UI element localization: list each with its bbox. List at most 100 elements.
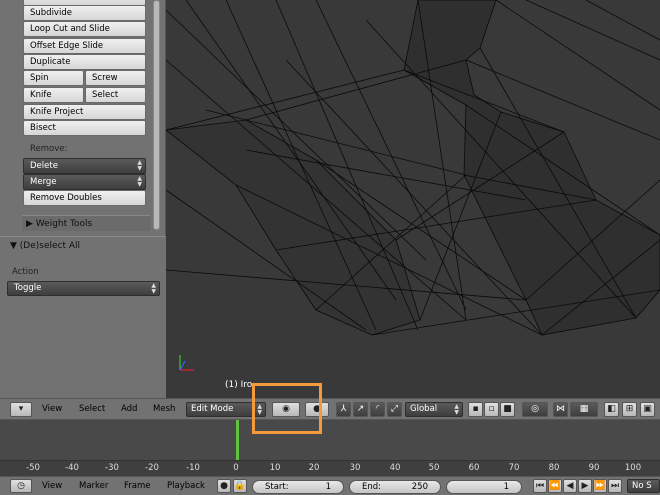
updown-arrows-icon: ▲ ▼ bbox=[454, 403, 459, 416]
lock-icon[interactable]: 🔒 bbox=[233, 479, 247, 493]
jump-keyframe-back-icon[interactable]: ⏪ bbox=[548, 479, 562, 493]
tick-label: -30 bbox=[105, 463, 119, 473]
edge-select-icon[interactable]: ▫ bbox=[484, 402, 499, 417]
start-value: 1 bbox=[325, 482, 331, 492]
end-label: End: bbox=[362, 482, 382, 492]
timeline-area[interactable] bbox=[0, 420, 660, 460]
tick-label: 50 bbox=[428, 463, 440, 473]
play-reverse-icon[interactable]: ◀ bbox=[563, 479, 577, 493]
snap-icon[interactable]: ⋈ bbox=[553, 402, 568, 417]
opengl-render-icon[interactable]: ⊞ bbox=[622, 402, 637, 417]
triangle-down-icon: ▼ bbox=[10, 241, 17, 251]
pivot-point-icon[interactable]: ● bbox=[305, 402, 329, 417]
translate-icon[interactable]: ↗ bbox=[353, 402, 368, 417]
menu-view[interactable]: View bbox=[42, 481, 62, 491]
tick-label: 40 bbox=[389, 463, 401, 473]
manipulator-icon[interactable]: ⅄ bbox=[336, 402, 351, 417]
editor-type-icon[interactable]: ▾ bbox=[10, 402, 32, 417]
rotate-icon[interactable]: ◜ bbox=[370, 402, 385, 417]
tick-label: -50 bbox=[26, 463, 40, 473]
redo-panel: ▼ (De)select All Action Toggle ▲ ▼ bbox=[0, 236, 166, 398]
viewport-shading-icon[interactable]: ◉ bbox=[272, 402, 300, 417]
spin-button[interactable]: Spin bbox=[23, 70, 84, 86]
delete-label: Delete bbox=[30, 161, 58, 171]
tick-label: 100 bbox=[624, 463, 642, 473]
jump-keyframe-forward-icon[interactable]: ⏩ bbox=[593, 479, 607, 493]
proportional-edit-icon[interactable]: ◎ bbox=[522, 402, 548, 417]
tool-shelf-scrollbar[interactable] bbox=[153, 0, 160, 230]
tool-shelf: Subdivide Loop Cut and Slide Offset Edge… bbox=[0, 0, 166, 398]
camera-icon[interactable]: ▣ bbox=[640, 402, 655, 417]
jump-end-icon[interactable]: ⏭ bbox=[608, 479, 622, 493]
sync-mode-select[interactable]: No S bbox=[627, 479, 660, 493]
action-value: Toggle bbox=[14, 283, 42, 293]
current-frame-value: 1 bbox=[503, 482, 509, 492]
tick-label: -40 bbox=[65, 463, 79, 473]
updown-arrows-icon: ▲ ▼ bbox=[151, 282, 156, 295]
play-icon[interactable]: ▶ bbox=[578, 479, 592, 493]
updown-arrows-icon: ▲ ▼ bbox=[137, 175, 142, 188]
mode-label: Edit Mode bbox=[191, 404, 234, 414]
menu-marker[interactable]: Marker bbox=[79, 481, 108, 491]
timeline-editor[interactable]: -50 -40 -30 -20 -10 0 10 20 30 40 50 60 … bbox=[0, 420, 660, 476]
tick-label: 80 bbox=[548, 463, 560, 473]
end-value: 250 bbox=[411, 482, 428, 492]
tick-label: -10 bbox=[186, 463, 200, 473]
remove-label: Remove: bbox=[30, 144, 68, 154]
menu-mesh[interactable]: Mesh bbox=[153, 404, 175, 414]
screw-button[interactable]: Screw bbox=[85, 70, 146, 86]
offset-edge-slide-button[interactable]: Offset Edge Slide bbox=[23, 38, 146, 54]
timeline-ruler[interactable]: -50 -40 -30 -20 -10 0 10 20 30 40 50 60 … bbox=[0, 460, 660, 476]
menu-playback[interactable]: Playback bbox=[167, 481, 205, 491]
tick-label: 60 bbox=[468, 463, 480, 473]
snap-element-icon[interactable]: ▦ bbox=[570, 402, 598, 417]
loop-cut-button[interactable]: Loop Cut and Slide bbox=[23, 21, 146, 37]
tick-label: 70 bbox=[508, 463, 520, 473]
menu-select[interactable]: Select bbox=[79, 404, 105, 414]
orientation-select[interactable]: Global ▲ ▼ bbox=[405, 402, 463, 417]
vertex-select-icon[interactable]: ▪ bbox=[468, 402, 483, 417]
tick-label: -20 bbox=[145, 463, 159, 473]
knife-button[interactable]: Knife bbox=[23, 87, 84, 103]
weight-tools-panel-header[interactable]: ▶ Weight Tools bbox=[22, 215, 150, 231]
end-frame-field[interactable]: End: 250 bbox=[349, 480, 441, 494]
playhead[interactable] bbox=[236, 420, 239, 460]
3d-view-header: ▾ View Select Add Mesh Edit Mode ▲ ▼ ◉ ● … bbox=[0, 398, 660, 420]
subdivide-button[interactable]: Subdivide bbox=[23, 5, 146, 21]
face-select-icon[interactable]: ■ bbox=[500, 402, 515, 417]
tick-label: 90 bbox=[588, 463, 600, 473]
delete-button[interactable]: Delete ▲ ▼ bbox=[23, 158, 146, 174]
tick-label: 10 bbox=[269, 463, 281, 473]
tick-label: 20 bbox=[308, 463, 320, 473]
scale-icon[interactable]: ⤢ bbox=[387, 402, 402, 417]
clock-icon[interactable]: ◷ bbox=[10, 479, 32, 493]
start-frame-field[interactable]: Start: 1 bbox=[252, 480, 344, 494]
action-select[interactable]: Toggle ▲ ▼ bbox=[7, 281, 160, 296]
merge-button[interactable]: Merge ▲ ▼ bbox=[23, 174, 146, 190]
knife-select-button[interactable]: Select bbox=[85, 87, 146, 103]
3d-viewport[interactable]: (1) Iro bbox=[166, 0, 660, 398]
mesh-wireframe bbox=[166, 0, 660, 336]
redo-panel-title: (De)select All bbox=[19, 241, 81, 251]
triangle-right-icon: ▶ bbox=[26, 219, 33, 229]
menu-view[interactable]: View bbox=[42, 404, 62, 414]
updown-arrows-icon: ▲ ▼ bbox=[257, 403, 262, 416]
jump-start-icon[interactable]: ⏮ bbox=[533, 479, 547, 493]
render-icon[interactable]: ◧ bbox=[604, 402, 619, 417]
start-label: Start: bbox=[265, 482, 289, 492]
knife-project-button[interactable]: Knife Project bbox=[23, 104, 146, 120]
menu-frame[interactable]: Frame bbox=[124, 481, 150, 491]
bisect-button[interactable]: Bisect bbox=[23, 120, 146, 136]
record-icon[interactable]: ● bbox=[217, 479, 231, 493]
updown-arrows-icon: ▲ ▼ bbox=[137, 159, 142, 172]
tick-label: 0 bbox=[233, 463, 239, 473]
remove-doubles-button[interactable]: Remove Doubles bbox=[23, 190, 146, 206]
timeline-header: ◷ View Marker Frame Playback ● 🔒 Start: … bbox=[0, 476, 660, 495]
orientation-label: Global bbox=[410, 404, 438, 414]
redo-panel-header[interactable]: ▼ (De)select All bbox=[10, 241, 80, 251]
duplicate-button[interactable]: Duplicate bbox=[23, 54, 146, 70]
current-frame-field[interactable]: 1 bbox=[446, 480, 522, 494]
menu-add[interactable]: Add bbox=[121, 404, 137, 414]
merge-label: Merge bbox=[30, 177, 57, 187]
mode-select[interactable]: Edit Mode ▲ ▼ bbox=[186, 402, 266, 417]
